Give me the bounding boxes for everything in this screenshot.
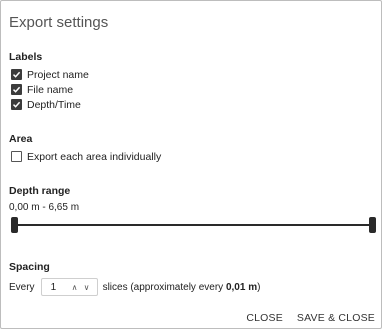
chevron-down-icon[interactable]: ∨ xyxy=(81,283,93,292)
slider-track[interactable] xyxy=(15,224,372,226)
check-icon xyxy=(12,86,21,93)
project-name-checkbox[interactable] xyxy=(11,69,22,80)
spacing-suffix-close: ) xyxy=(257,281,261,293)
slider-max-handle[interactable] xyxy=(369,217,376,233)
spacing-heading: Spacing xyxy=(9,261,50,273)
project-name-checkbox-row[interactable]: Project name xyxy=(11,68,89,81)
depth-time-checkbox-row[interactable]: Depth/Time xyxy=(11,98,81,111)
dialog-title: Export settings xyxy=(9,14,109,31)
check-icon xyxy=(12,71,21,78)
check-icon xyxy=(12,101,21,108)
project-name-label: Project name xyxy=(27,68,89,81)
chevron-up-icon[interactable]: ∧ xyxy=(69,283,81,292)
spacing-approx-value: 0,01 m xyxy=(225,281,258,293)
save-and-close-button[interactable]: SAVE & CLOSE xyxy=(297,312,375,324)
export-each-area-label: Export each area individually xyxy=(27,150,162,163)
spacing-suffix-text: slices (approximately every xyxy=(102,281,224,293)
file-name-label: File name xyxy=(27,83,74,96)
export-each-area-checkbox-row[interactable]: Export each area individually xyxy=(11,150,161,163)
export-settings-dialog: Export settings Labels Project name File… xyxy=(0,0,382,329)
spacing-prefix: Every xyxy=(9,281,35,293)
spacing-suffix: slices (approximately every 0,01 m) xyxy=(103,282,261,293)
slider-min-handle[interactable] xyxy=(11,217,18,233)
depth-time-label: Depth/Time xyxy=(27,98,81,111)
file-name-checkbox[interactable] xyxy=(11,84,22,95)
depth-range-slider[interactable] xyxy=(11,217,376,233)
export-each-area-checkbox[interactable] xyxy=(11,151,22,162)
depth-range-value: 0,00 m - 6,65 m xyxy=(9,202,80,213)
labels-heading: Labels xyxy=(9,51,43,63)
spacing-stepper[interactable]: 1 ∧ ∨ xyxy=(40,278,98,296)
spacing-row: Every 1 ∧ ∨ slices (approximately every … xyxy=(9,277,260,297)
dialog-footer: CLOSE SAVE & CLOSE xyxy=(246,312,375,324)
file-name-checkbox-row[interactable]: File name xyxy=(11,83,73,96)
depth-range-heading: Depth range xyxy=(9,185,71,197)
depth-time-checkbox[interactable] xyxy=(11,99,22,110)
spacing-value[interactable]: 1 xyxy=(51,282,69,293)
area-heading: Area xyxy=(9,133,33,145)
close-button[interactable]: CLOSE xyxy=(246,312,283,324)
